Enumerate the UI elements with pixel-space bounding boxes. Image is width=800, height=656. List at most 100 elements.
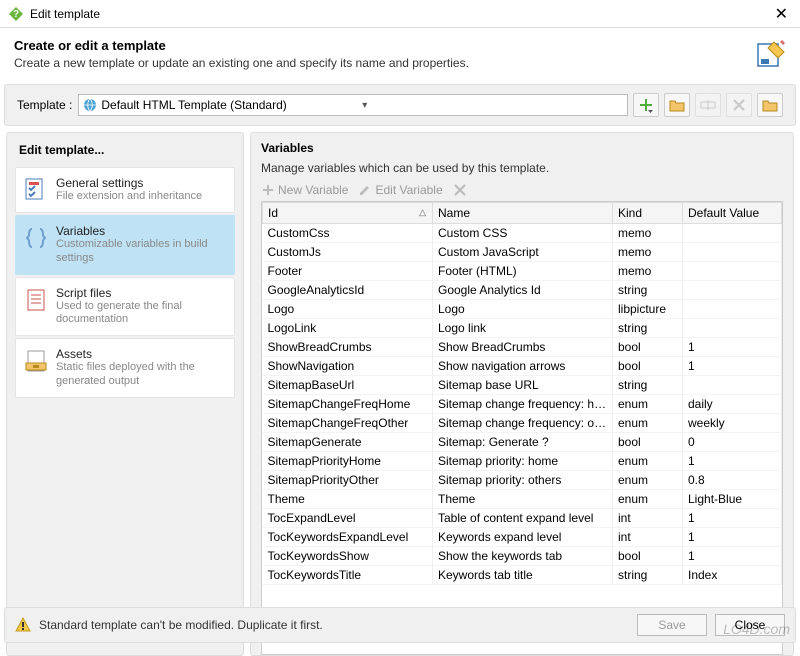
cell-id: TocKeywordsExpandLevel xyxy=(263,528,433,547)
table-row[interactable]: TocKeywordsShowShow the keywords tabbool… xyxy=(263,547,782,566)
cell-def: 1 xyxy=(683,338,782,357)
table-row[interactable]: ShowNavigationShow navigation arrowsbool… xyxy=(263,357,782,376)
save-button: Save xyxy=(637,614,707,636)
cell-def: 0 xyxy=(683,433,782,452)
cell-def xyxy=(683,224,782,243)
delete-variable-button xyxy=(453,183,467,197)
cell-id: SitemapChangeFreqOther xyxy=(263,414,433,433)
cell-id: SitemapBaseUrl xyxy=(263,376,433,395)
cell-kind: enum xyxy=(613,452,683,471)
globe-icon xyxy=(83,98,97,112)
x-icon xyxy=(453,183,467,197)
table-row[interactable]: CustomCssCustom CSSmemo xyxy=(263,224,782,243)
nav-sub: Customizable variables in build settings xyxy=(56,238,228,266)
table-row[interactable]: SitemapBaseUrlSitemap base URLstring xyxy=(263,376,782,395)
sidebar-title: Edit template... xyxy=(19,143,235,157)
header-subtitle: Create a new template or update an exist… xyxy=(14,56,746,70)
nav-title: Variables xyxy=(56,224,228,238)
cell-id: LogoLink xyxy=(263,319,433,338)
cell-name: Sitemap base URL xyxy=(433,376,613,395)
new-variable-button: New Variable xyxy=(261,183,348,197)
variables-table[interactable]: Id△ Name Kind Default Value CustomCssCus… xyxy=(261,201,783,655)
table-row[interactable]: SitemapChangeFreqHomeSitemap change freq… xyxy=(263,395,782,414)
cell-name: Logo xyxy=(433,300,613,319)
cell-name: Sitemap priority: home xyxy=(433,452,613,471)
cell-kind: memo xyxy=(613,262,683,281)
rename-button xyxy=(695,93,721,117)
edit-template-icon xyxy=(754,38,786,70)
cell-name: Keywords tab title xyxy=(433,566,613,585)
col-kind[interactable]: Kind xyxy=(613,203,683,224)
cell-name: Google Analytics Id xyxy=(433,281,613,300)
sidebar-item-general[interactable]: General settings File extension and inhe… xyxy=(15,167,235,213)
cell-def: weekly xyxy=(683,414,782,433)
table-row[interactable]: ThemeThemeenumLight-Blue xyxy=(263,490,782,509)
delete-button xyxy=(726,93,752,117)
cell-name: Footer (HTML) xyxy=(433,262,613,281)
cell-kind: enum xyxy=(613,395,683,414)
window-title: Edit template xyxy=(30,7,771,21)
col-name[interactable]: Name xyxy=(433,203,613,224)
table-row[interactable]: LogoLogolibpicture xyxy=(263,300,782,319)
template-dropdown[interactable]: Default HTML Template (Standard) ▾ xyxy=(78,94,628,116)
cell-kind: string xyxy=(613,376,683,395)
content-panel: Variables Manage variables which can be … xyxy=(250,132,794,656)
table-row[interactable]: SitemapGenerateSitemap: Generate ?bool0 xyxy=(263,433,782,452)
table-row[interactable]: GoogleAnalyticsIdGoogle Analytics Idstri… xyxy=(263,281,782,300)
settings-icon xyxy=(22,176,50,204)
cell-def xyxy=(683,262,782,281)
content-title: Variables xyxy=(261,141,783,155)
braces-icon xyxy=(22,224,50,252)
table-row[interactable]: CustomJsCustom JavaScriptmemo xyxy=(263,243,782,262)
table-row[interactable]: SitemapChangeFreqOtherSitemap change fre… xyxy=(263,414,782,433)
table-row[interactable]: SitemapPriorityOtherSitemap priority: ot… xyxy=(263,471,782,490)
cell-kind: bool xyxy=(613,357,683,376)
cell-def: 1 xyxy=(683,547,782,566)
assets-icon xyxy=(22,347,50,375)
cell-id: CustomJs xyxy=(263,243,433,262)
nav-sub: File extension and inheritance xyxy=(56,190,202,204)
cell-kind: enum xyxy=(613,490,683,509)
table-row[interactable]: TocKeywordsExpandLevelKeywords expand le… xyxy=(263,528,782,547)
close-button[interactable]: ✕ xyxy=(771,4,792,24)
template-label: Template : xyxy=(17,98,72,112)
main: Edit template... General settings File e… xyxy=(0,126,800,656)
table-row[interactable]: ShowBreadCrumbsShow BreadCrumbsbool1 xyxy=(263,338,782,357)
table-row[interactable]: SitemapPriorityHomeSitemap priority: hom… xyxy=(263,452,782,471)
cell-id: TocKeywordsTitle xyxy=(263,566,433,585)
sidebar-item-scripts[interactable]: Script files Used to generate the final … xyxy=(15,277,235,337)
open-folder-button[interactable] xyxy=(664,93,690,117)
cell-def: daily xyxy=(683,395,782,414)
close-button-footer[interactable]: Close xyxy=(715,614,785,636)
content-subtitle: Manage variables which can be used by th… xyxy=(261,161,783,175)
cell-kind: enum xyxy=(613,414,683,433)
table-row[interactable]: TocKeywordsTitleKeywords tab titlestring… xyxy=(263,566,782,585)
cell-name: Show navigation arrows xyxy=(433,357,613,376)
template-toolbar: Template : Default HTML Template (Standa… xyxy=(4,84,796,126)
cell-id: TocExpandLevel xyxy=(263,509,433,528)
table-row[interactable]: FooterFooter (HTML)memo xyxy=(263,262,782,281)
cell-kind: bool xyxy=(613,547,683,566)
cell-kind: string xyxy=(613,566,683,585)
browse-button[interactable] xyxy=(757,93,783,117)
cell-name: Sitemap priority: others xyxy=(433,471,613,490)
cell-id: CustomCss xyxy=(263,224,433,243)
nav-title: General settings xyxy=(56,176,202,190)
nav-title: Assets xyxy=(56,347,228,361)
sidebar-item-assets[interactable]: Assets Static files deployed with the ge… xyxy=(15,338,235,398)
col-id[interactable]: Id△ xyxy=(263,203,433,224)
cell-kind: enum xyxy=(613,471,683,490)
pencil-icon xyxy=(358,183,372,197)
cell-id: ShowBreadCrumbs xyxy=(263,338,433,357)
cell-def xyxy=(683,300,782,319)
table-row[interactable]: TocExpandLevelTable of content expand le… xyxy=(263,509,782,528)
add-template-button[interactable] xyxy=(633,93,659,117)
sidebar-item-variables[interactable]: Variables Customizable variables in buil… xyxy=(15,215,235,275)
cell-kind: string xyxy=(613,281,683,300)
template-selected: Default HTML Template (Standard) xyxy=(101,98,362,112)
sidebar: Edit template... General settings File e… xyxy=(6,132,244,656)
cell-def: 1 xyxy=(683,509,782,528)
table-row[interactable]: LogoLinkLogo linkstring xyxy=(263,319,782,338)
col-default[interactable]: Default Value xyxy=(683,203,782,224)
cell-def: 1 xyxy=(683,357,782,376)
